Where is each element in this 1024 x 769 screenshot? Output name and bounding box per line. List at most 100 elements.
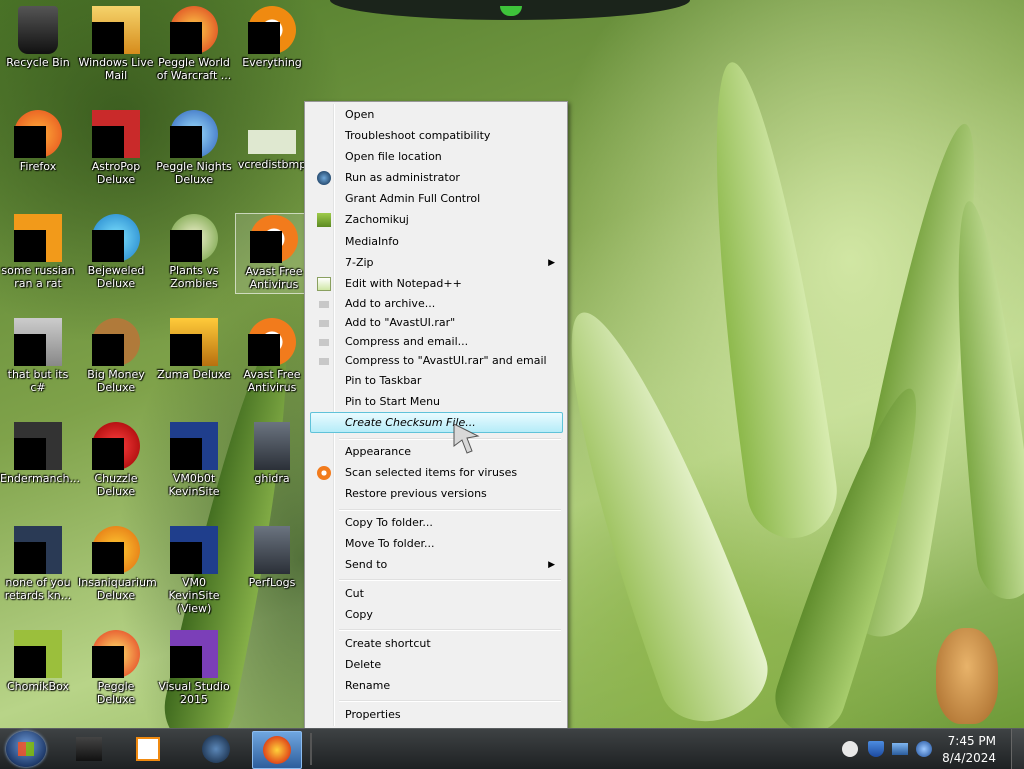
network-icon[interactable] [892, 743, 908, 755]
desktop-icon[interactable]: ghidra [234, 416, 310, 485]
desktop-icon[interactable]: VM0b0t KevinSite [156, 416, 232, 498]
menu-item-properties[interactable]: Properties [307, 705, 563, 725]
desktop-icon[interactable]: Zuma Deluxe [156, 312, 232, 381]
desktop-icon[interactable]: Plants vs Zombies [156, 208, 232, 290]
desktop-icon-label: Bejeweled Deluxe [87, 264, 145, 290]
taskbar-app-button[interactable] [68, 731, 112, 767]
menu-item-restore-versions[interactable]: Restore previous versions [307, 484, 563, 504]
menu-item-open-file-location[interactable]: Open file location [307, 147, 563, 167]
clock-time[interactable]: 7:45 PM [948, 734, 996, 748]
menu-item-7zip[interactable]: 7-Zip ▶ [307, 253, 563, 273]
desktop-icon-label: Chuzzle Deluxe [94, 472, 138, 498]
menu-item-label: Pin to Start Menu [345, 395, 441, 408]
desktop-icon[interactable]: some russian ran a rat [0, 208, 76, 290]
menu-item-pin-taskbar[interactable]: Pin to Taskbar [307, 371, 563, 391]
submenu-arrow-icon: ▶ [548, 560, 555, 570]
notepad-icon [317, 277, 331, 291]
menu-item-scan-viruses[interactable]: Scan selected items for viruses [307, 463, 563, 483]
menu-separator [339, 700, 561, 702]
archive-icon [319, 339, 329, 346]
desktop-icon[interactable]: Firefox [0, 104, 76, 173]
menu-item-add-to-rar[interactable]: Add to "AvastUI.rar" [307, 313, 563, 333]
menu-item-mediainfo[interactable]: MediaInfo [307, 232, 563, 252]
desktop-icon-label: Peggle Deluxe [96, 680, 136, 706]
desktop-icon[interactable]: Peggle World of Warcraft ... [156, 0, 232, 82]
desktop-icon-label: Zuma Deluxe [157, 368, 231, 381]
menu-item-delete[interactable]: Delete [307, 655, 563, 675]
menu-item-label: Restore previous versions [345, 487, 487, 500]
menu-item-copy-to-folder[interactable]: Copy To folder... [307, 513, 563, 533]
desktop-icon[interactable]: Visual Studio 2015 [156, 624, 232, 706]
menu-item-notepadpp[interactable]: Edit with Notepad++ [307, 274, 563, 294]
desktop-icon-selected[interactable]: Avast Free Antivirus [235, 213, 313, 294]
stack-icon [14, 318, 62, 366]
media-player-icon [136, 737, 160, 761]
menu-item-label: Compress to "AvastUI.rar" and email [345, 354, 547, 367]
mouse-cursor-icon [453, 423, 480, 454]
folder-icon [254, 526, 290, 574]
show-desktop-button[interactable] [1011, 729, 1024, 769]
security-shield-icon[interactable] [868, 741, 884, 757]
desktop-icon[interactable]: Peggle Nights Deluxe [156, 104, 232, 186]
desktop-icon[interactable]: ChomikBox [0, 624, 76, 693]
desktop-icon[interactable]: Endermanch... [0, 416, 80, 485]
taskbar-app-button[interactable] [194, 731, 238, 767]
menu-item-copy[interactable]: Copy [307, 605, 563, 625]
taskbar-firefox-button[interactable] [252, 731, 302, 769]
menu-item-appearance[interactable]: Appearance [307, 442, 563, 462]
desktop-icon[interactable]: Avast Free Antivirus [234, 312, 310, 394]
menu-item-cut[interactable]: Cut [307, 584, 563, 604]
menu-separator [339, 438, 561, 440]
archive-icon [319, 320, 329, 327]
desktop-icon-label: VM0b0t KevinSite [168, 472, 220, 498]
desktop-icon[interactable]: VM0 KevinSite (View) [156, 520, 232, 615]
desktop-icon[interactable]: Bejeweled Deluxe [78, 208, 154, 290]
desktop-icon-label: Insaniquarium Deluxe [78, 576, 157, 602]
show-hidden-icons-icon[interactable] [842, 741, 858, 757]
context-menu[interactable]: Open Troubleshoot compatibility Open fil… [304, 101, 568, 729]
desktop-icon[interactable]: AstroPop Deluxe [78, 104, 154, 186]
menu-item-label: Edit with Notepad++ [345, 277, 462, 290]
menu-item-add-to-archive[interactable]: Add to archive... [307, 294, 563, 314]
taskbar-media-player-button[interactable] [126, 731, 170, 767]
desktop-icon[interactable]: Chuzzle Deluxe [78, 416, 154, 498]
desktop-icon[interactable]: Windows Live Mail [78, 0, 154, 82]
desktop-icon[interactable]: that but its c# [0, 312, 76, 394]
menu-item-zachomikuj[interactable]: Zachomikuj [307, 210, 563, 230]
desktop-icon-label: none of you retards kn... [4, 576, 72, 602]
taskbar: 7:45 PM 8/4/2024 [0, 728, 1024, 769]
desktop-icon[interactable]: vcredistbmp [234, 104, 310, 171]
desktop-icon-label: Peggle Nights Deluxe [156, 160, 232, 186]
menu-item-label: Open [345, 108, 375, 121]
menu-item-compress-email[interactable]: Compress and email... [307, 332, 563, 352]
desktop-icon[interactable]: Recycle Bin [0, 0, 76, 69]
menu-item-troubleshoot[interactable]: Troubleshoot compatibility [307, 126, 563, 146]
desktop-icon-label: PerfLogs [248, 576, 296, 589]
menu-item-run-as-admin[interactable]: Run as administrator [307, 168, 563, 188]
desktop-icon[interactable]: Insaniquarium Deluxe [78, 520, 157, 602]
menu-item-move-to-folder[interactable]: Move To folder... [307, 534, 563, 554]
desktop-icon[interactable]: Everything [234, 0, 310, 69]
menu-item-create-shortcut[interactable]: Create shortcut [307, 634, 563, 654]
start-button[interactable] [6, 731, 46, 767]
menu-item-grant-admin[interactable]: Grant Admin Full Control [307, 189, 563, 209]
desktop-icon-label: some russian ran a rat [1, 264, 75, 290]
menu-item-label: Add to archive... [345, 297, 436, 310]
menu-item-create-checksum[interactable]: Create Checksum File... [310, 412, 563, 433]
menu-item-pin-start[interactable]: Pin to Start Menu [307, 392, 563, 412]
menu-item-label: Cut [345, 587, 364, 600]
desktop-icon[interactable]: PerfLogs [234, 520, 310, 589]
desktop-icon[interactable]: Big Money Deluxe [78, 312, 154, 394]
menu-item-open[interactable]: Open [307, 105, 563, 125]
volume-icon[interactable] [916, 741, 932, 757]
menu-item-compress-rar-email[interactable]: Compress to "AvastUI.rar" and email [307, 351, 563, 371]
desktop-icon-label: Visual Studio 2015 [158, 680, 230, 706]
menu-item-send-to[interactable]: Send to ▶ [307, 555, 563, 575]
desktop-icon[interactable]: none of you retards kn... [0, 520, 76, 602]
desktop-icon[interactable]: Peggle Deluxe [78, 624, 154, 706]
menu-item-rename[interactable]: Rename [307, 676, 563, 696]
hamster-figure [936, 628, 998, 724]
mail-icon [92, 6, 140, 54]
clock-date[interactable]: 8/4/2024 [942, 751, 996, 765]
program-icon [14, 526, 62, 574]
